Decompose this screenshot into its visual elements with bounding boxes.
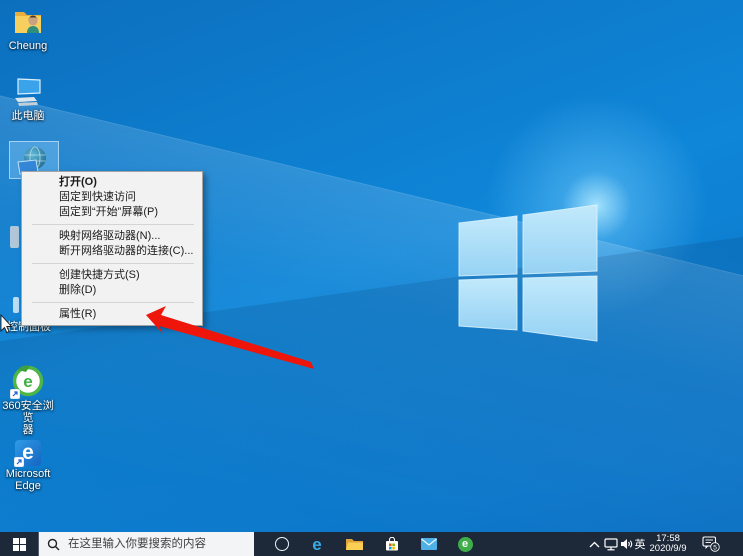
action-center-icon: 5	[702, 536, 720, 552]
menu-separator	[32, 302, 194, 303]
menu-item-pin-to-quick-access[interactable]: 固定到快速访问	[22, 190, 202, 205]
microsoft-edge-icon: e	[15, 436, 41, 466]
edge-icon: e	[312, 536, 321, 553]
taskbar-360-browser-button[interactable]: e	[451, 532, 479, 556]
ethernet-network-icon	[604, 538, 618, 551]
menu-item-open[interactable]: 打开(O)	[22, 175, 202, 190]
action-center-button[interactable]: 5	[696, 532, 726, 556]
desktop-icon-label: 器	[23, 424, 34, 436]
tray-network-button[interactable]	[602, 532, 619, 556]
context-menu: 打开(O) 固定到快速访问 固定到“开始”屏幕(P) 映射网络驱动器(N)...…	[21, 171, 203, 326]
shortcut-arrow-overlay	[14, 457, 24, 467]
user-folder-icon	[11, 4, 45, 38]
desktop-icon-user-folder[interactable]: Cheung	[0, 4, 56, 52]
windows-start-icon	[13, 538, 26, 551]
taskbar-mail-button[interactable]	[415, 532, 443, 556]
desktop-icon-label: Microsoft	[6, 468, 51, 480]
search-icon	[47, 538, 60, 551]
desktop-icon-microsoft-edge[interactable]: e Microsoft Edge	[0, 436, 56, 492]
tray-volume-button[interactable]	[619, 532, 634, 556]
cortana-icon	[275, 537, 289, 551]
desktop-icon-label: Cheung	[9, 40, 48, 52]
taskbar-search-box[interactable]	[38, 532, 254, 556]
menu-separator	[32, 224, 194, 225]
this-pc-icon	[12, 74, 44, 108]
control-panel-icon-partial[interactable]	[13, 297, 19, 313]
taskbar-edge-button[interactable]: e	[303, 532, 331, 556]
ime-language-label: 英	[635, 536, 646, 552]
menu-item-properties[interactable]: 属性(R)	[22, 307, 202, 322]
start-button[interactable]	[0, 532, 38, 556]
menu-item-delete[interactable]: 删除(D)	[22, 283, 202, 298]
speaker-icon	[620, 538, 633, 550]
mail-icon	[421, 538, 437, 550]
partially-covered-icon[interactable]	[10, 226, 19, 248]
360-browser-icon: e	[458, 537, 473, 552]
microsoft-store-icon	[385, 537, 399, 551]
desktop-icon-360-browser[interactable]: e 360安全浏览 器	[0, 362, 56, 436]
windows-desktop-screen: Cheung 此电脑	[0, 0, 743, 556]
chevron-up-icon	[589, 541, 600, 548]
notification-badge: 5	[713, 544, 717, 551]
desktop-icon-label: 360安全浏览	[0, 400, 56, 424]
desktop-icon-this-pc[interactable]: 此电脑	[0, 74, 56, 122]
360-browser-icon: e	[11, 362, 45, 398]
desktop-icon-label: Edge	[15, 480, 41, 492]
search-input[interactable]	[66, 537, 250, 551]
menu-item-disconnect-network-drive[interactable]: 断开网络驱动器的连接(C)...	[22, 244, 202, 259]
shortcut-arrow-overlay	[10, 389, 20, 399]
taskbar: e e	[0, 532, 743, 556]
file-explorer-icon	[346, 537, 363, 551]
tray-ime-indicator[interactable]: 英	[633, 532, 647, 556]
taskbar-cortana-button[interactable]	[268, 532, 296, 556]
desktop-icon-label: 此电脑	[12, 110, 45, 122]
menu-item-map-network-drive[interactable]: 映射网络驱动器(N)...	[22, 229, 202, 244]
svg-text:e: e	[23, 372, 32, 391]
tray-show-hidden-icons-button[interactable]	[586, 532, 602, 556]
taskbar-file-explorer-button[interactable]	[340, 532, 368, 556]
windows-logo-wallpaper	[440, 195, 600, 345]
menu-item-pin-to-start[interactable]: 固定到“开始”屏幕(P)	[22, 205, 202, 220]
tray-clock[interactable]: 17:58 2020/9/9	[646, 532, 690, 556]
clock-date: 2020/9/9	[646, 544, 690, 555]
taskbar-store-button[interactable]	[378, 532, 406, 556]
menu-item-create-shortcut[interactable]: 创建快捷方式(S)	[22, 268, 202, 283]
menu-separator	[32, 263, 194, 264]
